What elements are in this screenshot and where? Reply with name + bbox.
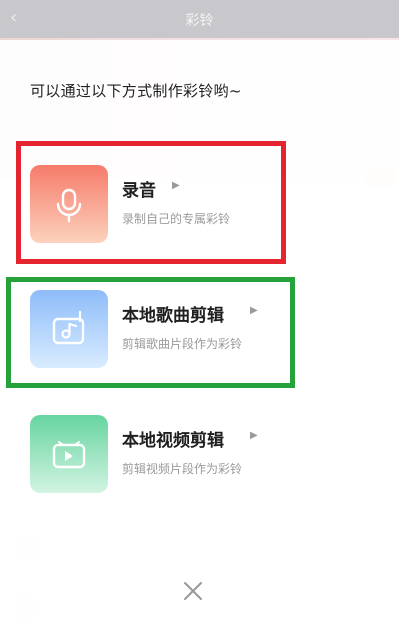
option-video-clip-title: 本地视频剪辑 xyxy=(122,431,224,451)
chevron-right-icon: ▶ xyxy=(250,430,258,441)
highlight-box-green xyxy=(6,277,295,388)
option-video-clip-subtitle: 剪辑视频片段作为彩铃 xyxy=(122,462,243,476)
highlight-box-red xyxy=(16,141,286,264)
video-clip-icon xyxy=(30,415,108,493)
background-header: ‹ 彩铃 xyxy=(0,0,399,38)
close-icon xyxy=(184,582,202,600)
option-video-clip[interactable]: 本地视频剪辑 ▶ 剪辑视频片段作为彩铃 xyxy=(28,410,368,498)
sheet-title: 可以通过以下方式制作彩铃哟~ xyxy=(30,82,242,100)
background-title: 彩铃 xyxy=(185,13,214,29)
close-button[interactable] xyxy=(178,576,208,606)
